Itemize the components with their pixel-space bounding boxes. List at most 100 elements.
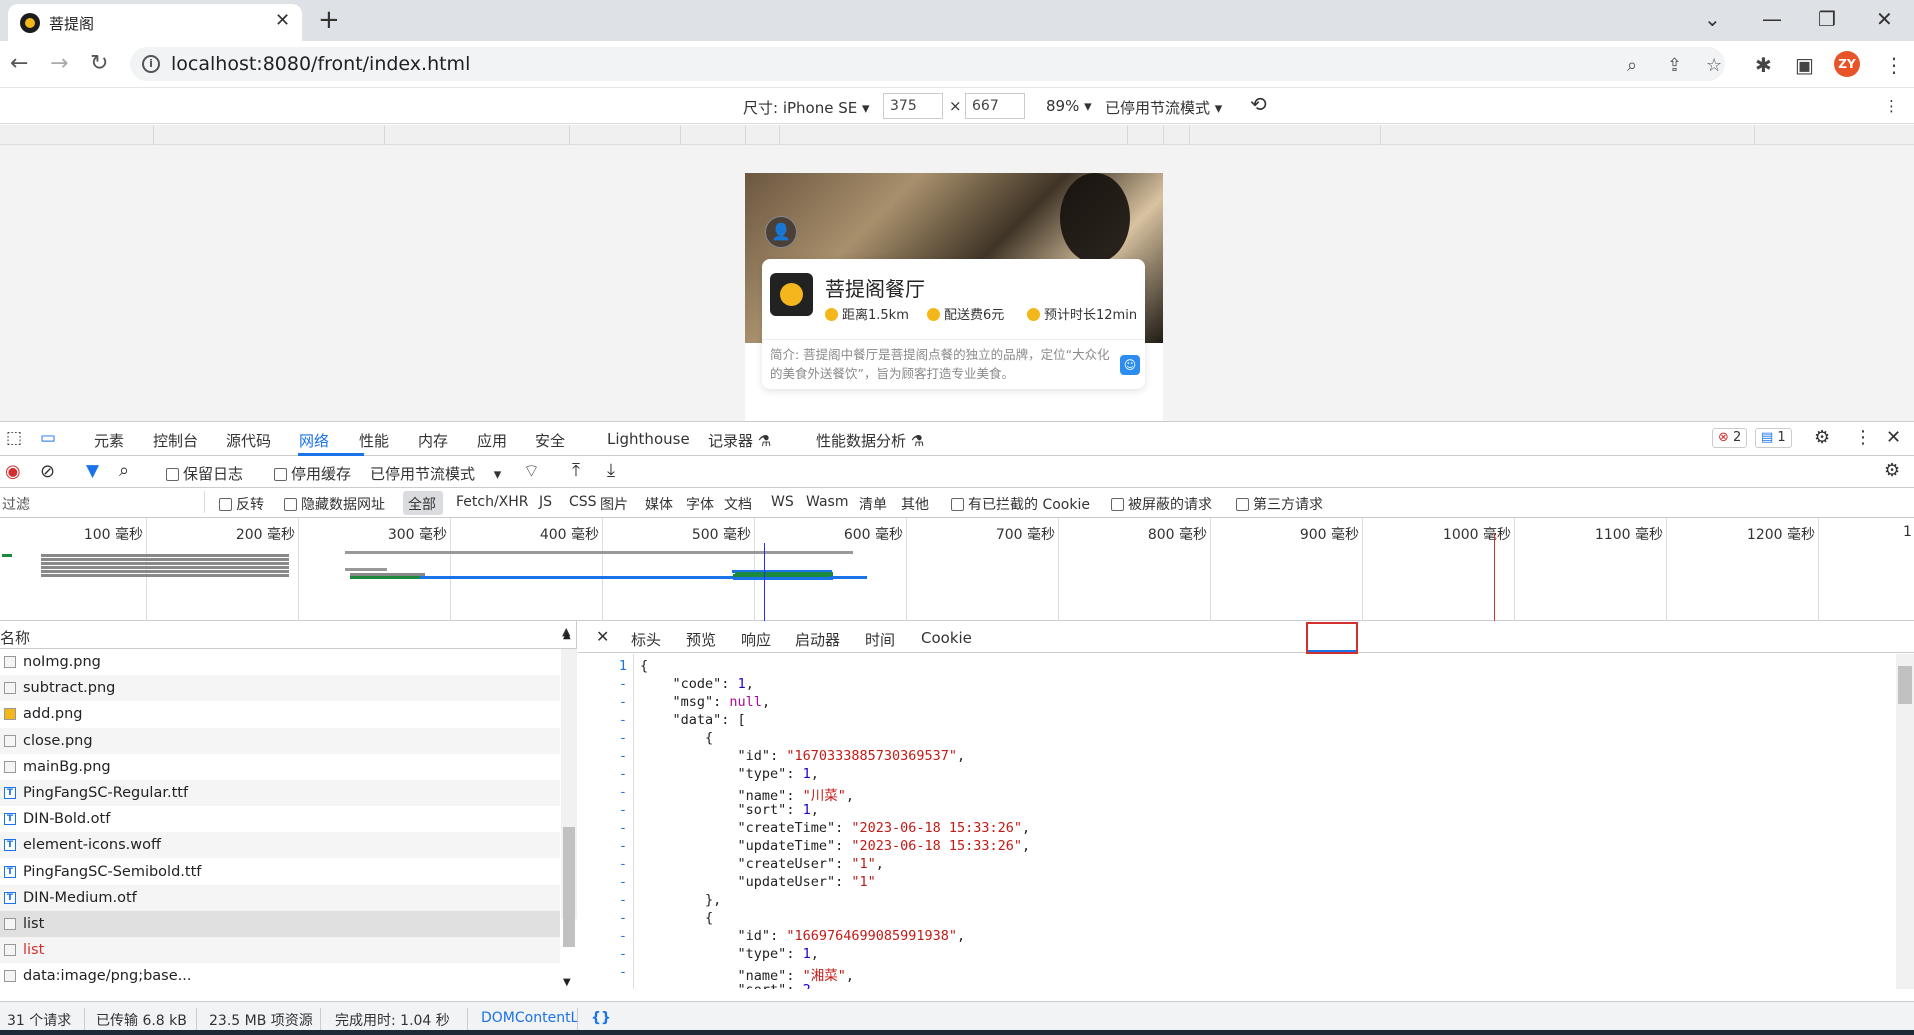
detail-tab-5[interactable]: Cookie: [921, 629, 972, 647]
request-row[interactable]: T DIN-Medium.otf: [0, 884, 560, 911]
request-name[interactable]: close.png: [23, 733, 93, 749]
third-party-checkbox[interactable]: 第三方请求: [1236, 494, 1323, 514]
request-row[interactable]: list: [0, 911, 560, 937]
type-filter-8[interactable]: WS: [771, 494, 794, 510]
type-filter-0[interactable]: 全部: [408, 494, 436, 514]
type-filter-2[interactable]: JS: [539, 494, 552, 510]
blocked-cookies-checkbox[interactable]: 有已拦截的 Cookie: [951, 494, 1090, 514]
type-filter-4[interactable]: 图片: [600, 494, 628, 514]
type-filter-9[interactable]: Wasm: [806, 494, 848, 510]
clear-icon[interactable]: ⊘: [40, 461, 55, 482]
close-tab-icon[interactable]: ✕: [275, 10, 290, 31]
detail-tab-4[interactable]: 时间: [865, 629, 895, 650]
zoom-select[interactable]: 89% ▾: [1046, 97, 1092, 115]
back-icon[interactable]: ←: [10, 50, 28, 78]
request-row[interactable]: add.png: [0, 701, 560, 727]
device-select[interactable]: 尺寸: iPhone SE ▾: [743, 97, 870, 118]
request-row[interactable]: mainBg.png: [0, 754, 560, 780]
tab-5[interactable]: 内存: [418, 430, 448, 451]
tab-search-icon[interactable]: ⌄: [1704, 6, 1721, 32]
type-filter-11[interactable]: 其他: [901, 494, 929, 514]
request-name[interactable]: subtract.png: [23, 680, 115, 696]
tab-8[interactable]: Lighthouse: [607, 430, 690, 448]
extensions-icon[interactable]: ✱: [1755, 53, 1772, 77]
request-list-header[interactable]: 名称 ▲: [0, 621, 577, 649]
response-scrollbar-thumb[interactable]: [1898, 666, 1912, 704]
request-name[interactable]: data:image/png;base...: [23, 968, 191, 984]
name-column-header[interactable]: 名称: [0, 627, 30, 648]
site-info-icon[interactable]: i: [142, 55, 160, 73]
filter-icon[interactable]: ▼: [86, 461, 99, 481]
response-scrollbar[interactable]: [1896, 654, 1914, 989]
scrollbar-thumb[interactable]: [563, 827, 575, 947]
filter-input[interactable]: 过滤: [0, 491, 205, 513]
checkbox-icon[interactable]: [284, 498, 297, 511]
tab-2[interactable]: 源代码: [226, 430, 271, 451]
tab-7[interactable]: 安全: [535, 430, 565, 451]
blocked-requests-checkbox[interactable]: 被屏蔽的请求: [1111, 494, 1212, 514]
type-filter-7[interactable]: 文档: [724, 494, 752, 514]
devtools-close-icon[interactable]: ✕: [1886, 427, 1901, 448]
width-input[interactable]: 375: [883, 93, 943, 119]
device-toggle-icon[interactable]: ▭: [40, 428, 56, 448]
request-row[interactable]: T PingFangSC-Semibold.ttf: [0, 859, 560, 885]
address-bar[interactable]: i localhost:8080/front/index.html ⌕ ⇪ ☆: [130, 47, 1725, 81]
tab-6[interactable]: 应用: [477, 430, 507, 451]
zoom-icon[interactable]: ⌕: [1627, 55, 1637, 76]
request-name[interactable]: element-icons.woff: [23, 837, 161, 853]
minimize-icon[interactable]: —: [1762, 6, 1782, 32]
type-filter-3[interactable]: CSS: [569, 494, 597, 510]
request-name[interactable]: mainBg.png: [23, 759, 111, 775]
browser-tab[interactable]: 菩提阁 ✕: [8, 4, 302, 41]
tab-9[interactable]: 记录器 ⚗: [708, 430, 771, 451]
menu-icon[interactable]: ⋮: [1884, 53, 1904, 77]
request-name[interactable]: PingFangSC-Regular.ttf: [23, 785, 188, 801]
export-har-icon[interactable]: ⤓: [607, 460, 615, 481]
request-row[interactable]: Telement-icons.woff: [0, 832, 560, 859]
error-badge[interactable]: ⊗ 2: [1712, 428, 1748, 448]
chat-icon[interactable]: ☺: [1120, 355, 1140, 375]
restore-icon[interactable]: ❐: [1818, 6, 1836, 32]
inspect-icon[interactable]: ⬚: [6, 428, 22, 448]
forward-icon[interactable]: →: [50, 50, 68, 78]
checkbox-icon[interactable]: [274, 468, 287, 481]
request-name[interactable]: DIN-Bold.otf: [23, 811, 110, 827]
devtools-more-icon[interactable]: ⋮: [1854, 427, 1872, 448]
checkbox-icon[interactable]: [951, 498, 964, 511]
message-badge[interactable]: ▤ 1: [1755, 428, 1792, 448]
hide-data-urls-checkbox[interactable]: 隐藏数据网址: [284, 494, 385, 514]
record-icon[interactable]: ◉: [5, 461, 21, 482]
request-row[interactable]: T PingFangSC-Regular.ttf: [0, 780, 560, 806]
request-row[interactable]: noImg.png: [0, 649, 560, 675]
media-query-ruler[interactable]: [0, 125, 1914, 145]
request-row[interactable]: data:image/png;base...: [0, 963, 560, 989]
bookmark-star-icon[interactable]: ☆: [1706, 55, 1722, 76]
network-overview-timeline[interactable]: 100 毫秒 200 毫秒 300 毫秒 400 毫秒 500 毫秒 600 毫秒 700 …: [0, 518, 1914, 621]
network-settings-icon[interactable]: ⚙: [1884, 460, 1900, 481]
import-har-icon[interactable]: ⤒: [572, 460, 580, 481]
invert-checkbox[interactable]: 反转: [219, 494, 264, 514]
type-filter-10[interactable]: 清单: [859, 494, 887, 514]
user-icon[interactable]: 👤: [765, 216, 797, 248]
tab-4[interactable]: 性能: [359, 430, 389, 451]
scroll-down-icon[interactable]: ▼: [563, 977, 571, 988]
request-name[interactable]: add.png: [23, 706, 83, 722]
tab-0[interactable]: 元素: [94, 430, 124, 451]
url-text[interactable]: localhost:8080/front/index.html: [171, 53, 470, 75]
close-detail-icon[interactable]: ✕: [596, 627, 609, 646]
request-name[interactable]: PingFangSC-Semibold.ttf: [23, 864, 201, 880]
type-filter-1[interactable]: Fetch/XHR: [456, 494, 529, 510]
height-input[interactable]: 667: [965, 93, 1025, 119]
request-row[interactable]: list: [0, 937, 560, 964]
settings-gear-icon[interactable]: ⚙: [1814, 427, 1830, 448]
avatar[interactable]: ZY: [1834, 51, 1860, 77]
tab-10[interactable]: 性能数据分析 ⚗: [816, 430, 924, 451]
response-viewer[interactable]: 1 - - - - - - - - - - - - - - - - - - { "code": 1, "msg": …: [578, 654, 1894, 989]
request-name[interactable]: noImg.png: [23, 654, 101, 670]
request-row[interactable]: close.png: [0, 727, 560, 754]
reload-icon[interactable]: ↻: [90, 50, 108, 78]
detail-tab-2[interactable]: 响应: [741, 629, 771, 650]
request-name[interactable]: DIN-Medium.otf: [23, 890, 137, 906]
checkbox-icon[interactable]: [1236, 498, 1249, 511]
checkbox-icon[interactable]: [166, 468, 179, 481]
